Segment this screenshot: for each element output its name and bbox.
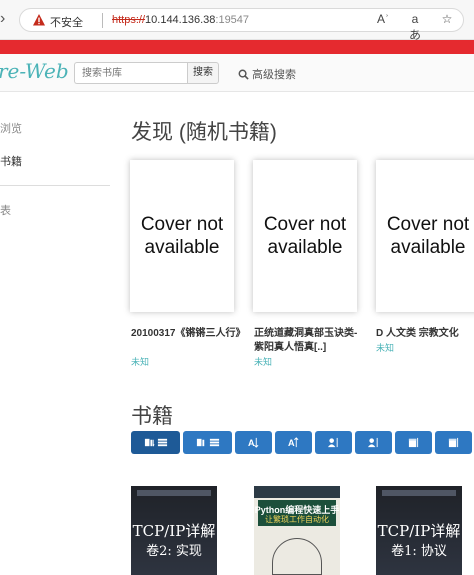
- sort-toolbar: A A: [131, 431, 474, 454]
- site-logo[interactable]: re-Web: [0, 59, 69, 83]
- title-sort-desc-icon: A: [288, 437, 299, 448]
- book-sort-old-icon: [196, 438, 204, 447]
- sort-title-asc-button[interactable]: A: [235, 431, 272, 454]
- book-cover-image: Python编程快速上手 让繁琐工作自动化: [254, 486, 340, 575]
- app-header: re-Web 搜索 高级搜索: [0, 54, 474, 92]
- advanced-search-link[interactable]: 高级搜索: [238, 66, 296, 82]
- discover-title: 发现 (随机书籍): [131, 121, 277, 144]
- cover-stripe: [382, 490, 456, 496]
- url-text[interactable]: https://10.144.136.38:19547: [112, 14, 249, 26]
- search-button[interactable]: 搜索: [187, 62, 219, 84]
- sort-date-asc-button[interactable]: [395, 431, 432, 454]
- back-arrow-icon[interactable]: ›: [0, 10, 5, 28]
- url-port: :19547: [215, 14, 250, 26]
- book-author[interactable]: 未知: [131, 355, 149, 368]
- search-icon: [238, 69, 249, 80]
- security-label[interactable]: 不安全: [50, 14, 83, 30]
- title-sort-asc-icon: A: [248, 437, 259, 448]
- book-title[interactable]: 20100317《锵锵三人行》: [131, 327, 246, 341]
- svg-text:A: A: [288, 438, 295, 448]
- sort-oldest-button[interactable]: [183, 431, 232, 454]
- url-protocol: https://: [112, 14, 146, 26]
- sort-date-desc-button[interactable]: [435, 431, 472, 454]
- book-cover[interactable]: Cover not available: [253, 160, 357, 312]
- book-cover-image: TCP/IP详解 卷2: 实现: [131, 486, 217, 575]
- read-aloud-icon[interactable]: Aʾ: [375, 12, 391, 43]
- book-cover[interactable]: Cover not available: [376, 160, 474, 312]
- cover-title: TCP/IP详解: [132, 522, 216, 540]
- sidebar-item-books[interactable]: 书籍: [0, 153, 22, 169]
- book-thumbnail[interactable]: TCP/IP详解 卷1: 协议: [376, 486, 462, 575]
- sidebar-item-shelf[interactable]: 表: [0, 202, 11, 218]
- sidebar-divider: [0, 185, 110, 186]
- url-field[interactable]: 不安全 https://10.144.136.38:19547 Aʾ aあ ☆: [19, 8, 464, 42]
- date-sort-desc-icon: [448, 437, 459, 448]
- list-icon: [157, 438, 167, 447]
- cover-subtitle: 让繁琐工作自动化: [265, 515, 329, 524]
- svg-text:A: A: [248, 438, 255, 448]
- sort-author-desc-button[interactable]: [355, 431, 392, 454]
- search-input[interactable]: [74, 62, 188, 84]
- book-author[interactable]: 未知: [376, 341, 394, 354]
- author-sort-desc-icon: [368, 437, 378, 448]
- book-sort-new-icon: [144, 438, 154, 447]
- url-separator: [102, 13, 103, 28]
- cover-header-band: [254, 486, 340, 498]
- book-title[interactable]: D 人文类 宗教文化: [376, 327, 474, 341]
- favorite-star-icon[interactable]: ☆: [439, 12, 455, 43]
- advanced-search-label: 高级搜索: [252, 69, 296, 81]
- cover-subtitle: 卷2: 实现: [146, 544, 202, 559]
- cover-illustration: [272, 538, 322, 575]
- sort-title-desc-button[interactable]: A: [275, 431, 312, 454]
- author-sort-asc-icon: [328, 437, 338, 448]
- books-title: 书籍: [131, 405, 173, 428]
- cover-title: TCP/IP详解: [377, 522, 461, 540]
- book-cover-image: TCP/IP详解 卷1: 协议: [376, 486, 462, 575]
- cover-stripe: [137, 490, 211, 496]
- book-author[interactable]: 未知: [254, 355, 272, 368]
- warning-icon: [33, 14, 45, 26]
- book-thumbnail[interactable]: Python编程快速上手 让繁琐工作自动化: [254, 486, 340, 575]
- book-title[interactable]: 正统道藏洞真部玉诀类-紫阳真人悟真[..]: [254, 327, 364, 355]
- list-icon: [209, 438, 219, 447]
- book-cover[interactable]: Cover not available: [130, 160, 234, 312]
- sort-author-asc-button[interactable]: [315, 431, 352, 454]
- date-sort-asc-icon: [408, 437, 419, 448]
- sort-newest-button[interactable]: [131, 431, 180, 454]
- browser-address-bar: › 不安全 https://10.144.136.38:19547 Aʾ aあ …: [0, 0, 474, 42]
- top-banner: [0, 40, 474, 54]
- translate-icon[interactable]: aあ: [407, 12, 423, 43]
- book-thumbnail[interactable]: TCP/IP详解 卷2: 实现: [131, 486, 217, 575]
- cover-subtitle: 卷1: 协议: [391, 544, 447, 559]
- sidebar: 浏览 书籍 表: [0, 92, 112, 575]
- sidebar-item-browse[interactable]: 浏览: [0, 120, 22, 136]
- url-host: 10.144.136.38: [145, 14, 216, 26]
